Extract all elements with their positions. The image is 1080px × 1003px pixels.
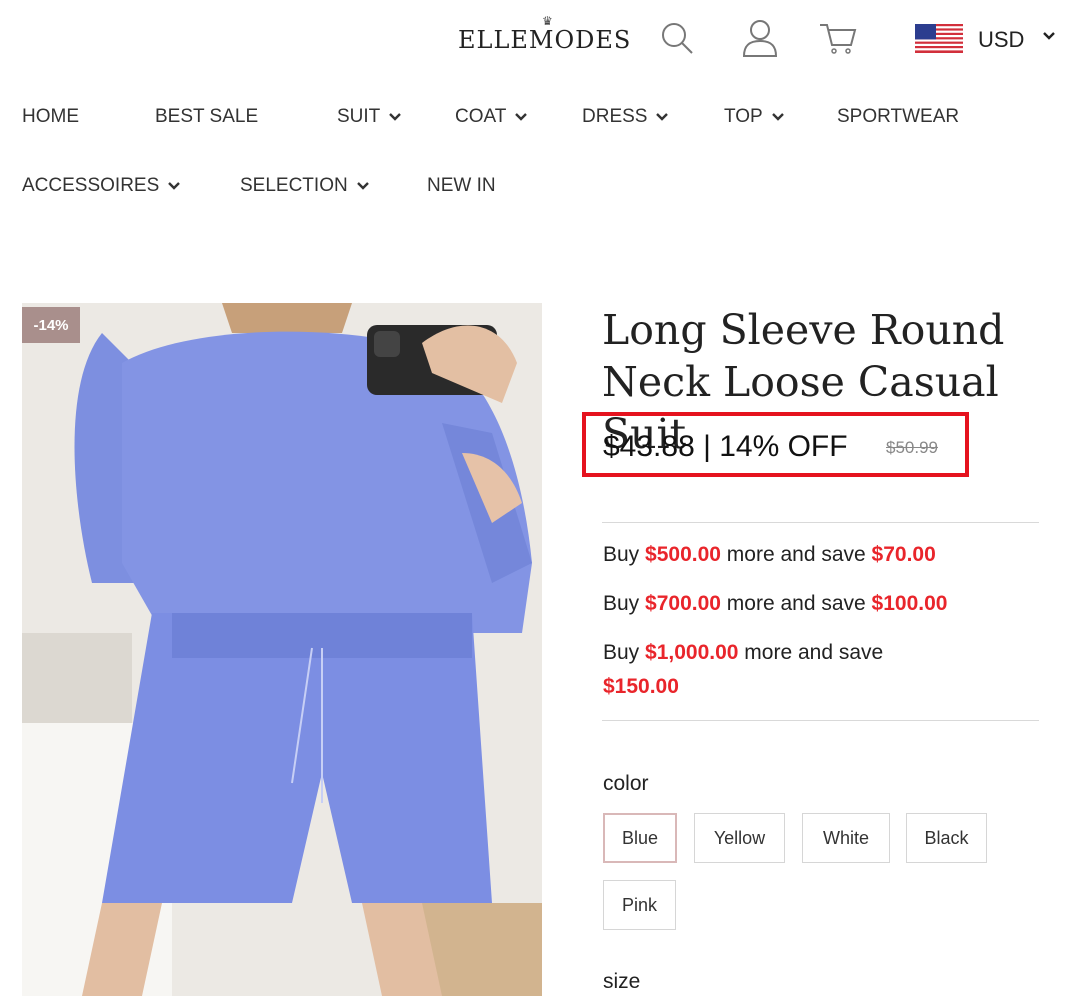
us-flag-icon[interactable]: [915, 24, 963, 53]
color-option-blue[interactable]: Blue: [603, 813, 677, 863]
nav-item-dress[interactable]: DRESS: [582, 106, 669, 128]
nav-item-home[interactable]: HOME: [22, 106, 79, 128]
chevron-down-icon: [771, 113, 784, 121]
nav-item-label: SPORTWEAR: [837, 106, 960, 127]
nav-item-label: HOME: [22, 106, 79, 127]
nav-item-label: SELECTION: [240, 175, 348, 196]
nav-item-label: NEW IN: [427, 175, 496, 196]
crown-icon: ♛: [542, 14, 553, 28]
chevron-down-icon: [168, 182, 181, 190]
deal-line: Buy $1,000.00 more and save $150.00: [603, 636, 933, 704]
product-image[interactable]: [22, 303, 542, 996]
nav-item-suit[interactable]: SUIT: [337, 106, 402, 128]
logo[interactable]: ELLEMODES ♛: [458, 14, 632, 54]
color-option-pink[interactable]: Pink: [603, 880, 676, 930]
nav-item-accessoires[interactable]: ACCESSOIRES: [22, 175, 181, 197]
divider: [602, 522, 1039, 523]
user-icon[interactable]: [740, 18, 780, 58]
divider: [602, 720, 1039, 721]
deal-line: Buy $500.00 more and save $70.00: [603, 538, 1043, 572]
nav-item-label: ACCESSOIRES: [22, 175, 160, 196]
nav-item-coat[interactable]: COAT: [455, 106, 528, 128]
deal-save: $70.00: [871, 543, 936, 566]
logo-text: ELLEMODES: [458, 26, 632, 54]
nav-item-label: SUIT: [337, 106, 381, 127]
nav-item-sportwear[interactable]: SPORTWEAR: [837, 106, 959, 128]
deal-save: $150.00: [603, 675, 679, 698]
deal-save: $100.00: [871, 592, 948, 615]
discount-badge: -14%: [22, 307, 80, 343]
nav-item-label: COAT: [455, 106, 507, 127]
chevron-down-icon: [656, 113, 669, 121]
nav-item-new-in[interactable]: NEW IN: [427, 175, 496, 197]
original-price: $50.99: [886, 438, 938, 457]
nav-item-best-sale[interactable]: BEST SALE: [155, 106, 258, 128]
deal-line: Buy $700.00 more and save $100.00: [603, 587, 1043, 621]
chevron-down-icon[interactable]: [1042, 28, 1058, 44]
search-icon[interactable]: [657, 18, 697, 58]
product-price: $43.88 | 14% OFF: [603, 430, 848, 463]
color-option-black[interactable]: Black: [906, 813, 987, 863]
deal-text: Buy: [603, 641, 646, 664]
chevron-down-icon: [389, 113, 402, 121]
nav-item-top[interactable]: TOP: [724, 106, 785, 128]
nav-item-label: BEST SALE: [155, 106, 259, 127]
nav-item-selection[interactable]: SELECTION: [240, 175, 370, 197]
color-label: color: [603, 772, 649, 795]
deal-amount: $1,000.00: [645, 641, 739, 664]
color-option-white[interactable]: White: [802, 813, 890, 863]
deal-amount: $700.00: [645, 592, 721, 615]
cart-icon[interactable]: [818, 18, 858, 58]
nav-item-label: TOP: [724, 106, 763, 127]
currency-selector[interactable]: USD: [978, 27, 1024, 53]
deal-amount: $500.00: [645, 543, 721, 566]
chevron-down-icon: [356, 182, 369, 190]
deal-text: more and save: [720, 543, 872, 566]
nav-item-label: DRESS: [582, 106, 648, 127]
size-label: size: [603, 970, 641, 993]
deal-text: Buy: [603, 543, 646, 566]
color-option-yellow[interactable]: Yellow: [694, 813, 785, 863]
deal-text: Buy: [603, 592, 646, 615]
chevron-down-icon: [515, 113, 528, 121]
deal-text: more and save: [720, 592, 872, 615]
site-header: ELLEMODES ♛ USD: [0, 0, 1080, 80]
deal-text: more and save: [738, 641, 884, 664]
